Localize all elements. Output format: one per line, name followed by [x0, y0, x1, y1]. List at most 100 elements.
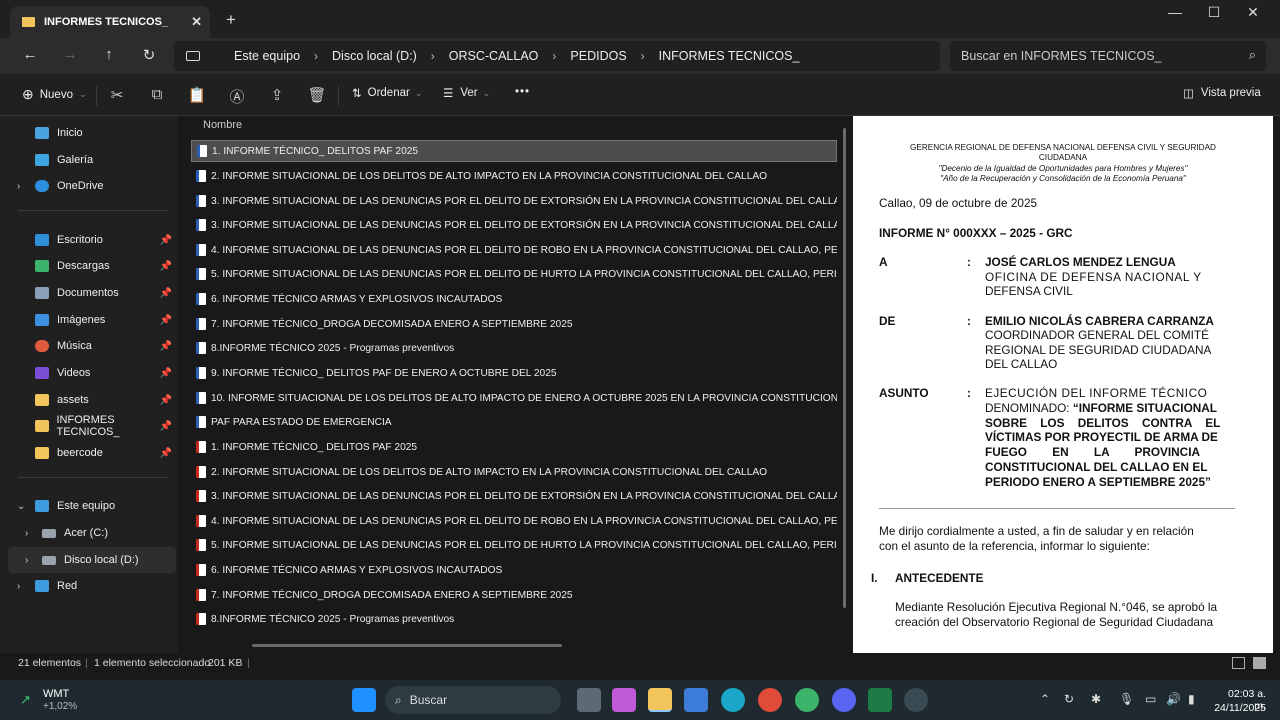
store-icon[interactable] — [684, 688, 708, 712]
command-bar: ⊕ Nuevo ⌄ ✂ ⧉ 📋 Ⓐ ⇪ 🗑 ⇅ Ordenar ⌄ ☰ Ver … — [0, 74, 1280, 116]
back-arrow-icon[interactable]: ← — [20, 46, 40, 63]
file-row[interactable]: 7. INFORME TÉCNICO_DROGA DECOMISADA ENER… — [191, 313, 837, 335]
battery-icon[interactable]: ▮ — [1188, 692, 1195, 706]
sidebar-item-inicio[interactable]: Inicio — [0, 120, 176, 146]
chevron-right-icon[interactable]: › — [25, 528, 28, 539]
monitor-icon — [186, 51, 200, 61]
file-row[interactable]: 4. INFORME SITUACIONAL DE LAS DENUNCIAS … — [191, 239, 837, 261]
up-arrow-icon[interactable]: ↑ — [99, 46, 119, 63]
sidebar-item-onedrive[interactable]: › OneDrive — [0, 173, 176, 199]
chevron-down-icon[interactable]: ⌄ — [17, 501, 25, 512]
network-icon[interactable]: ▭ — [1145, 692, 1156, 706]
refresh-icon[interactable]: ↻ — [139, 46, 159, 64]
new-tab-button[interactable]: + — [226, 10, 236, 30]
microphone-icon[interactable]: 🎙 — [1119, 692, 1134, 706]
file-row[interactable]: 8.INFORME TÉCNICO 2025 - Programas preve… — [191, 608, 837, 630]
tab-informes-tecnicos[interactable]: INFORMES TECNICOS_ ✕ — [10, 6, 210, 38]
chevron-right-icon[interactable]: › — [17, 581, 20, 592]
sort-button[interactable]: ⇅ Ordenar ⌄ — [352, 86, 422, 100]
sidebar-item-informes-tecnicos[interactable]: INFORMES TECNICOS_ 📌 — [0, 413, 176, 439]
sidebar-item-descargas[interactable]: Descargas 📌 — [0, 253, 176, 279]
delete-icon[interactable]: 🗑 — [307, 86, 327, 104]
app-icon[interactable] — [904, 688, 928, 712]
volume-icon[interactable]: 🔊 — [1166, 692, 1181, 706]
file-row[interactable]: 5. INFORME SITUACIONAL DE LAS DENUNCIAS … — [191, 263, 837, 285]
minimize-button[interactable]: — — [1160, 4, 1190, 20]
vertical-scrollbar[interactable] — [843, 128, 846, 608]
file-row[interactable]: 5. INFORME SITUACIONAL DE LAS DENUNCIAS … — [191, 534, 837, 556]
file-row[interactable]: 6. INFORME TÉCNICO ARMAS Y EXPLOSIVOS IN… — [191, 559, 837, 581]
breadcrumb-este-equipo[interactable]: Este equipo — [234, 49, 300, 63]
chevron-up-icon[interactable]: ⌃ — [1040, 692, 1050, 706]
file-row[interactable]: 7. INFORME TÉCNICO_DROGA DECOMISADA ENER… — [191, 584, 837, 606]
file-explorer-icon[interactable] — [648, 688, 672, 712]
rename-icon[interactable]: Ⓐ — [227, 86, 247, 107]
excel-icon[interactable] — [868, 688, 892, 712]
edge-icon[interactable] — [721, 688, 745, 712]
forward-arrow-icon[interactable]: → — [60, 46, 80, 63]
horizontal-scrollbar[interactable] — [252, 644, 562, 647]
breadcrumb-pedidos[interactable]: PEDIDOS — [570, 49, 626, 63]
bluetooth-off-icon[interactable]: ✱ — [1091, 692, 1101, 706]
sidebar-item-assets[interactable]: assets 📌 — [0, 387, 176, 413]
word-document-icon — [196, 318, 206, 330]
cloud-icon — [35, 180, 49, 192]
address-bar[interactable]: Este equipo › Disco local (D:) › ORSC-CA… — [174, 41, 940, 71]
column-header-name[interactable]: Nombre — [203, 119, 242, 131]
close-window-button[interactable]: ✕ — [1238, 4, 1268, 21]
preview-pane-button[interactable]: ◫ Vista previa — [1183, 86, 1261, 100]
chrome-icon[interactable] — [758, 688, 782, 712]
sidebar-item-musica[interactable]: Música 📌 — [0, 333, 176, 359]
file-row[interactable]: 2. INFORME SITUACIONAL DE LOS DELITOS DE… — [191, 165, 837, 187]
chevron-right-icon[interactable]: › — [25, 555, 28, 566]
breadcrumb-disco-local[interactable]: Disco local (D:) — [332, 49, 417, 63]
details-view-icon[interactable] — [1232, 657, 1245, 669]
file-row[interactable]: 10. INFORME SITUACIONAL DE LOS DELITOS D… — [191, 387, 837, 409]
file-row[interactable]: 4. INFORME SITUACIONAL DE LAS DENUNCIAS … — [191, 510, 837, 532]
file-row[interactable]: PAF PARA ESTADO DE EMERGENCIA — [191, 411, 837, 433]
file-row[interactable]: 9. INFORME TÉCNICO_ DELITOS PAF DE ENERO… — [191, 362, 837, 384]
maximize-button[interactable]: ☐ — [1199, 4, 1229, 21]
sidebar-item-este-equipo[interactable]: ⌄ Este equipo — [0, 493, 176, 519]
file-row[interactable]: 3. INFORME SITUACIONAL DE LAS DENUNCIAS … — [191, 190, 837, 212]
chrome-profile-icon[interactable] — [795, 688, 819, 712]
file-name: 5. INFORME SITUACIONAL DE LAS DENUNCIAS … — [211, 268, 837, 280]
sidebar-item-videos[interactable]: Videos 📌 — [0, 360, 176, 386]
breadcrumb-orsc-callao[interactable]: ORSC-CALLAO — [449, 49, 539, 63]
tiles-view-icon[interactable] — [1253, 657, 1266, 669]
paste-icon[interactable]: 📋 — [187, 86, 207, 104]
sidebar-item-acer-c[interactable]: › Acer (C:) — [0, 520, 176, 546]
breadcrumb-informes-tecnicos[interactable]: INFORMES TECNICOS_ — [659, 49, 800, 63]
new-button[interactable]: ⊕ Nuevo ⌄ — [22, 86, 87, 103]
chevron-right-icon[interactable]: › — [17, 181, 20, 192]
stock-name[interactable]: WMT — [43, 688, 69, 700]
start-windows-icon[interactable] — [352, 688, 376, 712]
file-row[interactable]: 2. INFORME SITUACIONAL DE LOS DELITOS DE… — [191, 461, 837, 483]
sidebar-item-escritorio[interactable]: Escritorio 📌 — [0, 227, 176, 253]
sidebar-item-disco-local-d[interactable]: › Disco local (D:) — [8, 547, 176, 573]
file-row[interactable]: 3. INFORME SITUACIONAL DE LAS DENUNCIAS … — [191, 214, 837, 236]
sidebar-item-beercode[interactable]: beercode 📌 — [0, 440, 176, 466]
task-view-icon[interactable] — [577, 688, 601, 712]
sidebar-item-red[interactable]: › Red — [0, 573, 176, 599]
discord-icon[interactable] — [832, 688, 856, 712]
clock-date[interactable]: 24/11/2025 — [1206, 702, 1266, 714]
more-options-button[interactable]: ••• — [515, 86, 530, 98]
file-row[interactable]: 8.INFORME TÉCNICO 2025 - Programas preve… — [191, 337, 837, 359]
taskbar-search[interactable]: ⌕ Buscar — [385, 686, 561, 714]
sidebar-item-imagenes[interactable]: Imágenes 📌 — [0, 307, 176, 333]
search-input[interactable]: Buscar en INFORMES TECNICOS_ ⌕ — [950, 41, 1266, 71]
sync-icon[interactable]: ↻ — [1064, 692, 1074, 706]
file-row[interactable]: 1. INFORME TÉCNICO_ DELITOS PAF 2025 — [191, 140, 837, 162]
share-icon[interactable]: ⇪ — [267, 86, 287, 104]
sidebar-item-documentos[interactable]: Documentos 📌 — [0, 280, 176, 306]
copy-icon[interactable]: ⧉ — [147, 86, 167, 103]
view-button[interactable]: ☰ Ver ⌄ — [443, 86, 490, 100]
file-row[interactable]: 1. INFORME TÉCNICO_ DELITOS PAF 2025 — [191, 436, 837, 458]
copilot-icon[interactable] — [612, 688, 636, 712]
sidebar-item-galeria[interactable]: Galería — [0, 147, 176, 173]
close-tab-icon[interactable]: ✕ — [191, 14, 202, 30]
cut-icon[interactable]: ✂ — [107, 86, 127, 104]
file-row[interactable]: 6. INFORME TÉCNICO ARMAS Y EXPLOSIVOS IN… — [191, 288, 837, 310]
file-row[interactable]: 3. INFORME SITUACIONAL DE LAS DENUNCIAS … — [191, 485, 837, 507]
